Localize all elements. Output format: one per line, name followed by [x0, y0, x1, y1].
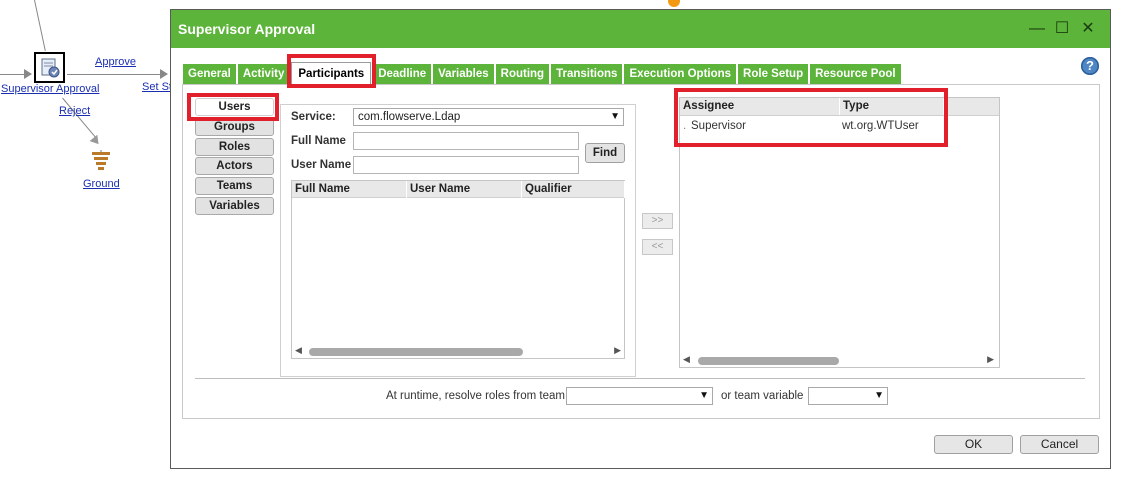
ok-button[interactable]: OK [934, 435, 1013, 454]
column-user-name[interactable]: User Name [407, 181, 522, 198]
arrow-head-icon [160, 69, 168, 79]
chevron-down-icon: ▼ [699, 390, 709, 401]
tab-execution-options[interactable]: Execution Options [624, 64, 737, 84]
dialog-titlebar[interactable]: Supervisor Approval — ☐ ✕ [171, 10, 1110, 48]
scroll-right-icon[interactable]: ▶ [987, 354, 994, 365]
tab-general[interactable]: General [183, 64, 236, 84]
scroll-thumb[interactable] [698, 357, 839, 365]
assignee-name: Supervisor [691, 120, 746, 132]
groups-button[interactable]: Groups [195, 118, 274, 136]
table-row[interactable]: . Supervisor wt.org.WTUser [680, 118, 999, 136]
assignee-type: wt.org.WTUser [842, 120, 919, 132]
minimize-icon[interactable]: — [1026, 18, 1048, 40]
username-input[interactable] [353, 156, 579, 174]
supervisor-approval-link[interactable]: Supervisor Approval [1, 83, 99, 95]
connector-line [62, 97, 97, 139]
connector-line [67, 74, 164, 75]
tab-routing[interactable]: Routing [495, 64, 550, 84]
maximize-icon[interactable]: ☐ [1051, 18, 1073, 40]
chevron-down-icon: ▼ [610, 111, 620, 122]
scroll-left-icon[interactable]: ◀ [683, 354, 690, 365]
team-variable-select[interactable]: ▼ [808, 387, 888, 405]
username-label: User Name [291, 159, 352, 171]
assignee-scrollbar[interactable]: ◀ ▶ [680, 353, 999, 367]
supervisor-approval-node[interactable] [34, 52, 65, 83]
close-icon[interactable]: ✕ [1077, 18, 1099, 40]
roles-button[interactable]: Roles [195, 138, 274, 156]
search-results-scrollbar[interactable]: ◀ ▶ [292, 344, 624, 358]
remove-participant-button[interactable]: << [642, 239, 673, 255]
ground-icon [92, 150, 110, 170]
service-value: com.flowserve.Ldap [358, 111, 461, 123]
column-qualifier[interactable]: Qualifier [522, 181, 625, 198]
team-variable-label: or team variable [721, 390, 804, 402]
approve-link[interactable]: Approve [95, 56, 136, 68]
column-type[interactable]: Type [840, 98, 944, 115]
find-button[interactable]: Find [585, 143, 625, 163]
scroll-left-icon[interactable]: ◀ [295, 345, 302, 356]
service-label: Service: [291, 111, 336, 123]
variables-button[interactable]: Variables [195, 197, 274, 215]
arrow-head-icon [89, 134, 103, 148]
scroll-thumb[interactable] [309, 348, 523, 356]
ground-link[interactable]: Ground [83, 178, 120, 190]
arrow-head-icon [24, 69, 32, 79]
activity-node-icon [41, 58, 59, 77]
workflow-canvas: Approve Supervisor Approval Set St Rejec… [0, 0, 180, 497]
tab-bar: General Activity Participants Deadline V… [183, 62, 903, 86]
tab-participants[interactable]: Participants [291, 62, 372, 86]
divider [195, 378, 1085, 379]
tab-deadline[interactable]: Deadline [373, 64, 432, 84]
chevron-down-icon: ▼ [874, 390, 884, 401]
set-state-link[interactable]: Set St [142, 81, 172, 93]
users-button[interactable]: Users [195, 98, 274, 116]
row-marker: . [683, 120, 687, 132]
search-results-header: Full Name User Name Qualifier [292, 181, 625, 198]
reject-link[interactable]: Reject [59, 105, 90, 117]
search-results-table[interactable]: Full Name User Name Qualifier ◀ ▶ [291, 180, 625, 359]
partial-node-icon [668, 0, 680, 7]
connector-line [34, 0, 46, 51]
tab-activity[interactable]: Activity [237, 64, 290, 84]
fullname-input[interactable] [353, 132, 579, 150]
dialog-title: Supervisor Approval [178, 21, 316, 37]
scroll-right-icon[interactable]: ▶ [614, 345, 621, 356]
assignee-table-header: Assignee Type [680, 98, 999, 116]
service-select[interactable]: com.flowserve.Ldap ▼ [353, 108, 624, 126]
column-assignee[interactable]: Assignee [680, 98, 840, 115]
actors-button[interactable]: Actors [195, 157, 274, 175]
fullname-label: Full Name [291, 135, 346, 147]
tab-role-setup[interactable]: Role Setup [738, 64, 809, 84]
cancel-button[interactable]: Cancel [1020, 435, 1099, 454]
tab-resource-pool[interactable]: Resource Pool [810, 64, 901, 84]
column-full-name[interactable]: Full Name [292, 181, 407, 198]
add-participant-button[interactable]: >> [642, 213, 673, 229]
assignee-table[interactable]: Assignee Type . Supervisor wt.org.WTUser… [679, 97, 1000, 368]
help-icon[interactable]: ? [1081, 57, 1099, 75]
supervisor-approval-dialog: Supervisor Approval — ☐ ✕ ? General Acti… [170, 9, 1111, 469]
runtime-team-label: At runtime, resolve roles from team [386, 390, 565, 402]
runtime-team-select[interactable]: ▼ [566, 387, 713, 405]
tab-variables[interactable]: Variables [433, 64, 494, 84]
teams-button[interactable]: Teams [195, 177, 274, 195]
tab-transitions[interactable]: Transitions [551, 64, 623, 84]
